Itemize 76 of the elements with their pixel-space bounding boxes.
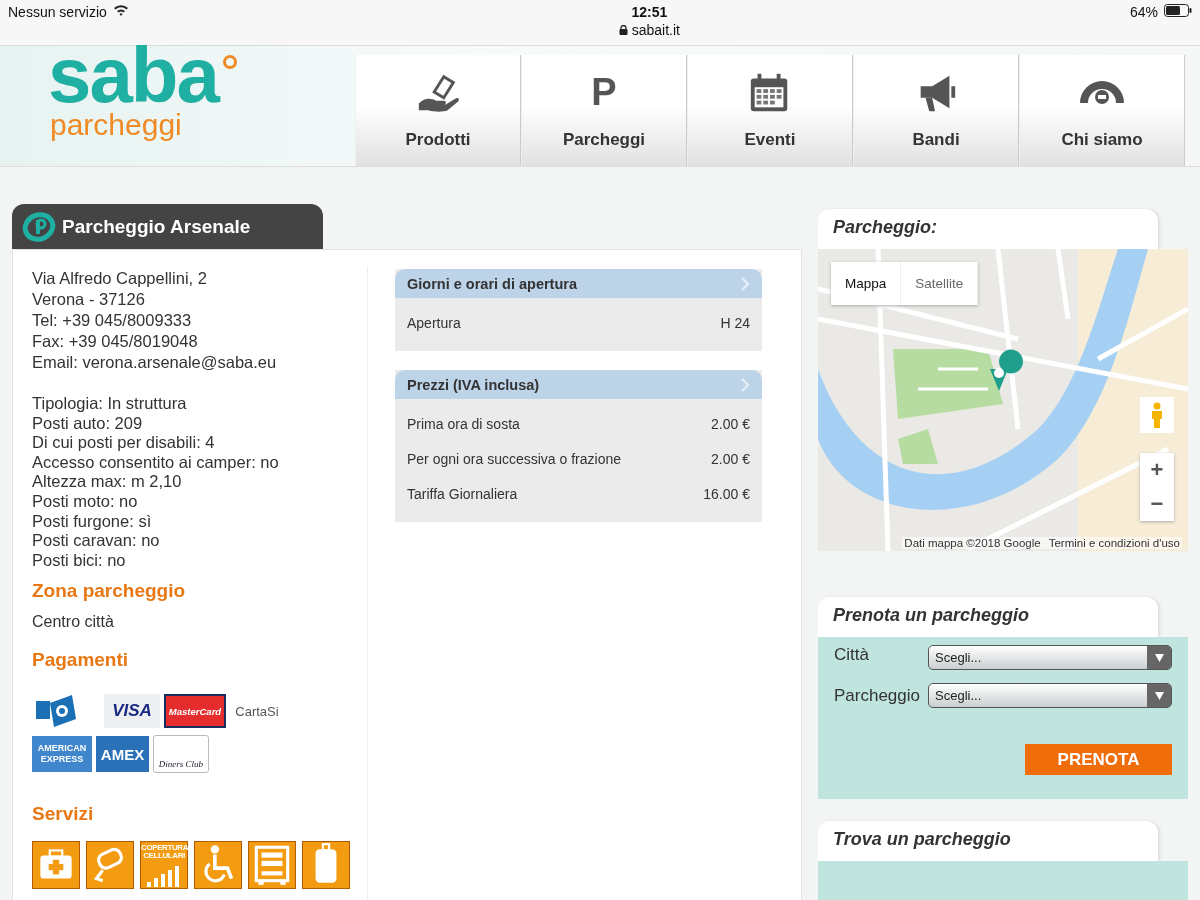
row-value: H 24 — [720, 314, 750, 331]
info-text: Posti furgone: sì — [32, 511, 153, 532]
first-aid-icon — [32, 841, 80, 890]
dropdown-arrow-icon — [1154, 691, 1164, 700]
security-camera-icon — [86, 841, 134, 890]
dropdown-field[interactable]: Scegli... — [928, 645, 1172, 670]
terms-link[interactable]: Termini e condizioni d'uso — [1048, 537, 1180, 549]
row-value: 2.00 € — [711, 450, 750, 467]
info-text: Email: verona.arsenale@saba.eu — [32, 352, 278, 373]
info-text: Altezza max: m 2,10 — [32, 472, 183, 492]
nav-item[interactable]: Eventi — [687, 55, 853, 166]
info-text: Posti caravan: no — [32, 531, 161, 551]
vending-machine-icon — [248, 841, 296, 890]
wheelchair-icon — [194, 841, 242, 890]
chevron-icon — [740, 376, 750, 393]
dropdown-field[interactable]: Scegli... — [928, 683, 1172, 708]
diners-club-logo: Diners Club — [153, 735, 209, 774]
suitcase-icon — [302, 841, 350, 890]
row-value: 2.00 € — [711, 415, 750, 432]
attribution-text: Dati mappa ©2018 Google — [904, 537, 1041, 549]
nav-item[interactable]: Prodotti — [355, 55, 521, 166]
american-express-logo: AMERICAN EXPRESS — [32, 736, 92, 773]
lock-icon — [618, 25, 628, 35]
wifi-icon — [112, 4, 129, 16]
nav-item[interactable]: P Parcheggi — [521, 55, 687, 166]
section-heading: Servizi — [32, 803, 95, 826]
battery-icon — [1164, 4, 1192, 17]
info-text: Di cui posti per disabili: 4 — [32, 433, 216, 453]
widget-title: Prenota un parcheggio — [818, 597, 1158, 637]
row-label: Tariffa Giornaliera — [407, 485, 518, 502]
parking-icon: P — [591, 70, 617, 114]
zoom-in-button[interactable]: + — [1140, 453, 1174, 487]
amex-logo: AMEX — [96, 736, 149, 773]
person-icon — [1150, 402, 1164, 428]
cartasi-logo: CartaSi — [234, 702, 280, 721]
info-text: Accesso consentito ai camper: no — [32, 452, 280, 473]
field-label: Città — [834, 644, 870, 665]
parking-logo-icon — [22, 211, 56, 242]
address-bar[interactable]: sabait.it — [618, 22, 680, 38]
row-label: Per ogni ora successiva o frazione — [407, 450, 621, 467]
street-view-button[interactable] — [1140, 397, 1174, 433]
dropdown-arrow-icon — [1154, 653, 1164, 662]
info-text: Posti bici: no — [32, 550, 127, 571]
nav-item[interactable]: Bandi — [853, 55, 1019, 166]
row-value: 16.00 € — [703, 485, 750, 502]
clock-text: 12:51 — [631, 4, 668, 20]
info-text: Via Alfredo Cappellini, 2 — [32, 268, 208, 289]
info-text: Tipologia: In struttura — [32, 394, 188, 414]
info-text: Posti auto: 209 — [32, 413, 144, 434]
chevron-icon — [740, 275, 750, 292]
mastercard-logo: MasterCard — [164, 694, 226, 729]
section-heading: Pagamenti — [32, 649, 130, 672]
arch-car-icon — [1079, 80, 1125, 104]
section-heading: Zona parcheggio — [32, 580, 187, 603]
ring-icon — [221, 54, 238, 70]
visa-logo: VISA — [104, 694, 160, 729]
row-label: Prima ora di sosta — [407, 415, 520, 432]
panel-title: Prezzi (IVA inclusa) — [407, 376, 540, 393]
widget-title: Trova un parcheggio — [818, 821, 1158, 861]
panel-title: Giorni e orari di apertura — [407, 275, 577, 292]
info-text: Tel: +39 045/8009333 — [32, 310, 193, 331]
battery-text: 64% — [1129, 4, 1158, 20]
info-text: Posti moto: no — [32, 491, 139, 512]
zoom-out-button[interactable]: − — [1140, 487, 1174, 521]
nav-item[interactable]: Chi siamo — [1019, 55, 1185, 166]
widget-title: Parcheggio: — [818, 209, 1158, 249]
page-title: Parcheggio Arsenale — [62, 215, 251, 238]
map-type-button[interactable]: Satellite — [901, 262, 979, 305]
zone-text: Centro città — [32, 613, 115, 632]
row-label: Apertura — [407, 314, 461, 331]
carrier-text: Nessun servizio — [8, 4, 107, 20]
signal-coverage-icon: COPERTURA CELLULARI — [140, 841, 188, 890]
field-label: Parcheggio — [834, 685, 921, 706]
info-text: Fax: +39 045/8019048 — [32, 331, 199, 352]
info-text: Verona - 37126 — [32, 289, 146, 310]
map-type-button[interactable]: Mappa — [831, 262, 902, 305]
